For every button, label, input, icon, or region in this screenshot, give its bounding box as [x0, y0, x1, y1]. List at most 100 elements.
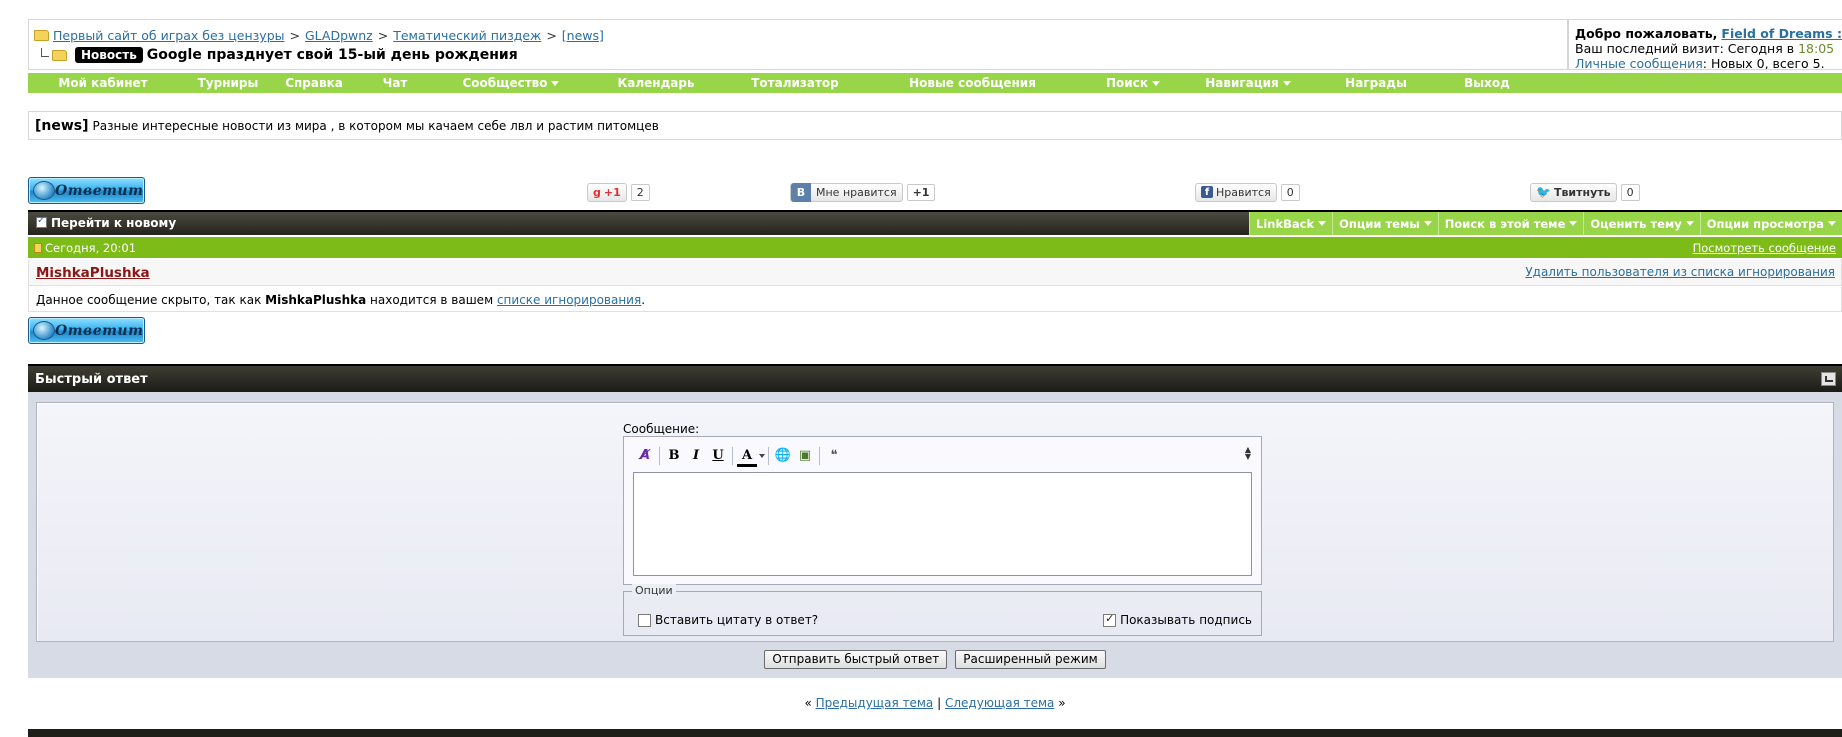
- thread-tool-4[interactable]: Оценить тему: [1583, 212, 1700, 235]
- quick-reply-body: Сообщение: A̸ B I U A 🌐 ▣ ❝ ▲ ▼ Опции Вс…: [28, 392, 1842, 678]
- thread-tool-3[interactable]: Поиск в этой теме: [1437, 212, 1584, 235]
- thread-tool-1[interactable]: LinkBack: [1249, 212, 1333, 235]
- nav-item-11[interactable]: Награды: [1315, 76, 1437, 90]
- quote-checkbox[interactable]: [638, 613, 651, 627]
- breadcrumb: Первый сайт об играх без цензуры > GLADpwn…: [34, 28, 604, 43]
- welcome-greeting: Добро пожаловать,: [1575, 26, 1718, 41]
- toolbar-divider: [819, 446, 820, 465]
- signature-option[interactable]: Показывать подпись: [1103, 612, 1252, 627]
- insert-quote-icon[interactable]: ❝: [823, 445, 845, 467]
- italic-button[interactable]: I: [685, 445, 707, 467]
- facebook-widget: f Нравится 0: [1195, 182, 1300, 202]
- bold-button[interactable]: B: [663, 445, 685, 467]
- breadcrumb-link-news[interactable]: [news]: [562, 28, 604, 43]
- quick-reply-header: Быстрый ответ: [28, 364, 1842, 392]
- nav-item-label: Тотализатор: [751, 76, 839, 90]
- facebook-like-button[interactable]: f Нравится: [1195, 182, 1277, 202]
- nav-item-6[interactable]: Календарь: [582, 76, 730, 90]
- nav-item-label: Справка: [285, 76, 343, 90]
- nav-item-12[interactable]: Выход: [1437, 76, 1537, 90]
- underline-button[interactable]: U: [707, 445, 729, 467]
- nav-item-2[interactable]: Турниры: [178, 76, 278, 90]
- vk-counter: +1: [906, 183, 936, 201]
- open-folder-icon: [52, 49, 67, 61]
- goto-new-post-link[interactable]: Перейти к новому: [36, 215, 177, 230]
- twitter-bird-icon: 🐦: [1536, 185, 1551, 199]
- goto-new-label: Перейти к новому: [51, 216, 177, 230]
- nav-item-label: Поиск: [1106, 76, 1148, 90]
- nav-item-7[interactable]: Тотализатор: [730, 76, 860, 90]
- next-thread-link[interactable]: Следующая тема: [945, 696, 1054, 710]
- ignore-list-link[interactable]: списке игнорирования: [497, 293, 641, 307]
- options-fieldset: Опции Вставить цитату в ответ? Показыват…: [623, 584, 1262, 636]
- nav-item-1[interactable]: Мой кабинет: [28, 76, 178, 90]
- gplus-button[interactable]: g +1: [587, 182, 627, 202]
- tree-elbow-icon: [41, 47, 49, 57]
- collapse-icon[interactable]: [1821, 372, 1836, 386]
- thread-nav-quote: »: [1058, 696, 1066, 710]
- nav-item-8[interactable]: Новые сообщения: [860, 76, 1085, 90]
- reply-button-top[interactable]: Ответить: [28, 177, 145, 204]
- chevron-down-icon: [1569, 221, 1578, 226]
- nav-item-5[interactable]: Сообщество: [440, 76, 582, 90]
- options-legend: Опции: [632, 584, 676, 597]
- quick-reply-panel: Сообщение: A̸ B I U A 🌐 ▣ ❝ ▲ ▼ Опции Вс…: [36, 402, 1834, 642]
- breadcrumb-link-site[interactable]: Первый сайт об играх без цензуры: [53, 28, 285, 43]
- message-label: Сообщение:: [623, 422, 700, 436]
- private-messages-link[interactable]: Личные сообщения: [1575, 56, 1703, 69]
- tweet-button[interactable]: 🐦 Твитнуть: [1530, 182, 1617, 202]
- vk-icon: B: [791, 182, 811, 202]
- chevron-down-icon: [1151, 81, 1160, 86]
- welcome-box: Добро пожаловать, Field of Dreams :D. Ва…: [1568, 19, 1842, 70]
- resize-editor-icon[interactable]: ▲ ▼: [1245, 446, 1251, 461]
- signature-checkbox[interactable]: [1103, 612, 1117, 627]
- post-username-link[interactable]: MishkaPlushka: [36, 265, 150, 281]
- toolbar-divider: [732, 446, 733, 465]
- nav-item-3[interactable]: Справка: [278, 76, 350, 90]
- remove-format-icon[interactable]: A̸: [634, 445, 656, 467]
- gplus-widget: g +1 2: [587, 182, 650, 202]
- advanced-mode-button[interactable]: Расширенный режим: [955, 650, 1106, 669]
- reply-button-bottom[interactable]: Ответить: [28, 317, 145, 344]
- remove-from-ignore-link[interactable]: Удалить пользователя из списка игнориров…: [1525, 265, 1835, 279]
- thread-tool-2[interactable]: Опции темы: [1332, 212, 1438, 235]
- chevron-down-icon: [1282, 81, 1291, 86]
- breadcrumb-link-gladpwnz[interactable]: GLADpwnz: [305, 28, 373, 43]
- nav-item-4[interactable]: Чат: [350, 76, 440, 90]
- insert-link-icon[interactable]: 🌐: [772, 445, 794, 467]
- nav-item-9[interactable]: Поиск: [1085, 76, 1181, 90]
- post-old-icon: [34, 243, 42, 253]
- quick-reply-title: Быстрый ответ: [35, 372, 148, 387]
- font-color-dropdown-icon[interactable]: [759, 453, 765, 458]
- insert-image-icon[interactable]: ▣: [794, 445, 816, 467]
- nav-item-label: Выход: [1464, 76, 1510, 90]
- post-user-row: MishkaPlushka Удалить пользователя из сп…: [28, 259, 1842, 286]
- chevron-down-icon: [1685, 221, 1694, 226]
- thread-title-line: Новость Google празднует свой 15-ый день…: [41, 47, 518, 63]
- breadcrumb-link-forum[interactable]: Тематический пиздеж: [393, 28, 541, 43]
- reply-button-icon: [33, 181, 55, 200]
- nav-item-label: Сообщество: [462, 76, 548, 90]
- quote-option[interactable]: Вставить цитату в ответ?: [638, 613, 818, 627]
- thread-tool-5[interactable]: Опции просмотра: [1699, 212, 1842, 235]
- toolbar-divider: [768, 446, 769, 465]
- font-color-button[interactable]: A: [736, 445, 758, 467]
- view-post-link[interactable]: Посмотреть сообщение: [1693, 241, 1836, 255]
- facebook-counter: 0: [1280, 183, 1300, 201]
- previous-thread-link[interactable]: Предыдущая тема: [816, 696, 934, 710]
- nav-item-label: Календарь: [617, 76, 695, 90]
- nav-item-label: Турниры: [197, 76, 259, 90]
- nav-item-10[interactable]: Навигация: [1181, 76, 1315, 90]
- submit-quick-reply-button[interactable]: Отправить быстрый ответ: [764, 650, 948, 669]
- last-visit-label: Ваш последний визит: Сегодня в: [1575, 41, 1795, 56]
- facebook-like-label: Нравится: [1216, 185, 1271, 199]
- vk-like-button[interactable]: B Мне нравится: [790, 182, 903, 202]
- thread-nav-quote: «: [804, 696, 812, 710]
- chevron-down-icon: [1828, 221, 1836, 226]
- editor-toolbar: A̸ B I U A 🌐 ▣ ❝: [634, 444, 845, 467]
- message-textarea[interactable]: [633, 472, 1252, 576]
- nav-item-label: Награды: [1345, 76, 1407, 90]
- folder-icon: [34, 30, 49, 41]
- welcome-username-link[interactable]: Field of Dreams :D: [1721, 26, 1842, 41]
- thread-tool-label: Опции темы: [1339, 216, 1420, 231]
